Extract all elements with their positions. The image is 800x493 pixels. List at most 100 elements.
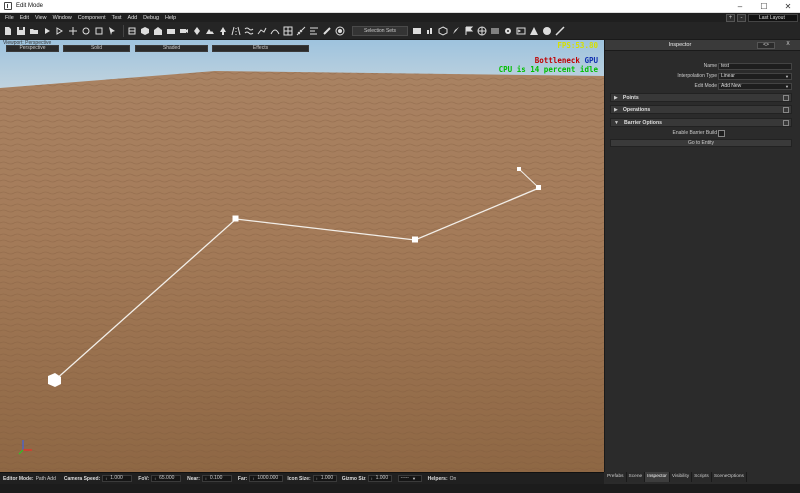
interpolation-dropdown[interactable]: Linear ▼ xyxy=(718,72,792,80)
spinner-icon: ↕ xyxy=(252,476,255,481)
menu-add[interactable]: Add xyxy=(125,15,141,21)
tab-shaded[interactable]: Shaded xyxy=(135,45,208,52)
warning-triangle-icon[interactable] xyxy=(529,26,539,36)
path-point[interactable] xyxy=(232,215,239,222)
menu-file[interactable]: File xyxy=(2,15,17,21)
scene-view[interactable] xyxy=(0,40,604,472)
viewport[interactable]: Viewport: Perspective Perspective Solid … xyxy=(0,40,604,472)
maximize-button[interactable]: ☐ xyxy=(752,0,776,13)
cog-icon[interactable] xyxy=(503,26,513,36)
section-menu-icon[interactable] xyxy=(783,107,789,113)
close-button[interactable]: ✕ xyxy=(776,0,800,13)
cube-icon[interactable] xyxy=(438,25,448,36)
chevron-right-icon: ▶ xyxy=(614,106,618,113)
light-icon[interactable] xyxy=(192,26,202,36)
component-icon[interactable] xyxy=(153,26,163,36)
path-point[interactable] xyxy=(517,167,521,171)
section-operations[interactable]: ▶ Operations xyxy=(610,105,792,114)
river-icon[interactable] xyxy=(244,26,254,36)
tab-scene-options[interactable]: SceneOptions xyxy=(711,472,747,482)
gizmo-size-input[interactable]: ↕ 1.000 xyxy=(367,475,392,482)
entity-icon[interactable] xyxy=(140,26,150,36)
align-icon[interactable] xyxy=(309,26,319,36)
console-icon[interactable] xyxy=(516,26,526,36)
icon-size-input[interactable]: ↕ 1.000 xyxy=(312,475,337,482)
flag-icon[interactable] xyxy=(464,26,474,36)
grid-icon[interactable] xyxy=(283,26,293,36)
camera-icon[interactable] xyxy=(179,26,189,36)
tab-visibility[interactable]: Visibility xyxy=(669,472,693,482)
minimize-button[interactable]: – xyxy=(728,0,752,13)
edit-mode-dropdown[interactable]: Add New ▼ xyxy=(718,82,792,90)
tab-inspector[interactable]: Inspector xyxy=(645,472,670,482)
road-icon[interactable] xyxy=(231,26,241,36)
brush-icon[interactable] xyxy=(555,25,565,36)
globe-icon[interactable] xyxy=(477,26,487,36)
profile-icon[interactable] xyxy=(425,26,435,36)
helpers-dropdown[interactable]: ----- ▼ xyxy=(397,475,422,482)
path-icon[interactable] xyxy=(257,26,267,36)
path-point[interactable] xyxy=(536,185,541,190)
rotate-icon[interactable] xyxy=(81,26,91,36)
menu-component[interactable]: Component xyxy=(75,15,109,21)
stack-icon[interactable] xyxy=(490,26,500,36)
section-barrier-options[interactable]: ▼ Barrier Options xyxy=(610,118,792,127)
spinner-icon: ↕ xyxy=(154,476,157,481)
menu-test[interactable]: Test xyxy=(109,15,125,21)
pin-button[interactable]: <> xyxy=(757,42,775,49)
section-menu-icon[interactable] xyxy=(783,95,789,101)
physics-icon[interactable] xyxy=(335,26,345,36)
bottom-strip xyxy=(0,484,800,493)
tab-scene[interactable]: Scene xyxy=(626,472,646,482)
fov-value: 65.000 xyxy=(159,475,175,481)
save-icon[interactable] xyxy=(16,26,26,36)
remove-layout-button[interactable]: - xyxy=(737,13,746,22)
menu-help[interactable]: Help xyxy=(162,15,179,21)
enable-barrier-checkbox[interactable] xyxy=(718,129,725,137)
section-menu-icon[interactable] xyxy=(783,120,789,126)
section-points[interactable]: ▶ Points xyxy=(610,93,792,102)
camera-speed-input[interactable]: ↕ 1.000 xyxy=(102,475,133,482)
snap-icon[interactable] xyxy=(127,26,137,36)
measure-icon[interactable] xyxy=(296,26,306,36)
open-folder-icon[interactable] xyxy=(29,26,39,36)
spline-icon[interactable] xyxy=(270,26,280,36)
menu-debug[interactable]: Debug xyxy=(140,15,162,21)
near-input[interactable]: ↕ 0.100 xyxy=(201,475,232,482)
tab-perspective[interactable]: Perspective xyxy=(6,45,59,52)
render-icon[interactable] xyxy=(412,26,422,36)
near-label: Near: xyxy=(187,475,200,482)
inspector-close-button[interactable]: X xyxy=(781,42,795,49)
terrain-icon[interactable] xyxy=(205,26,215,36)
tab-solid[interactable]: Solid xyxy=(63,45,130,52)
helpers-value[interactable]: On xyxy=(450,476,457,482)
step-icon[interactable] xyxy=(55,26,65,36)
tab-effects[interactable]: Effects xyxy=(212,45,309,52)
tab-scripts[interactable]: Scripts xyxy=(692,472,712,482)
vegetation-icon[interactable] xyxy=(218,26,228,36)
tab-prefabs[interactable]: Prefabs xyxy=(605,472,627,482)
scale-icon[interactable] xyxy=(94,26,104,36)
play-icon[interactable] xyxy=(42,26,52,36)
menu-view[interactable]: View xyxy=(32,15,50,21)
fov-input[interactable]: ↕ 65.000 xyxy=(151,475,182,482)
menu-edit[interactable]: Edit xyxy=(17,15,32,21)
cpu-readout: CPU is 14 percent idle xyxy=(498,65,598,74)
layer-icon[interactable] xyxy=(166,26,176,36)
select-icon[interactable] xyxy=(107,26,117,36)
add-layout-button[interactable]: + xyxy=(726,13,735,22)
far-input[interactable]: ↕ 1000.000 xyxy=(249,475,284,482)
name-input[interactable]: test xyxy=(718,62,792,70)
paint-icon[interactable] xyxy=(451,26,461,36)
bone-icon[interactable] xyxy=(322,26,332,36)
new-file-icon[interactable] xyxy=(3,26,13,36)
go-to-entity-button[interactable]: Go to Entity xyxy=(610,139,792,147)
move-icon[interactable] xyxy=(68,26,78,36)
path-point[interactable] xyxy=(412,236,418,243)
selection-sets-dropdown[interactable]: Selection Sets xyxy=(352,25,408,36)
window-title: Edit Mode xyxy=(16,3,44,9)
layout-dropdown[interactable]: Last Layout xyxy=(748,13,798,22)
bottleneck-readout: Bottleneck GPU xyxy=(535,56,598,65)
menu-window[interactable]: Window xyxy=(50,15,75,21)
palette-icon[interactable] xyxy=(542,26,552,36)
